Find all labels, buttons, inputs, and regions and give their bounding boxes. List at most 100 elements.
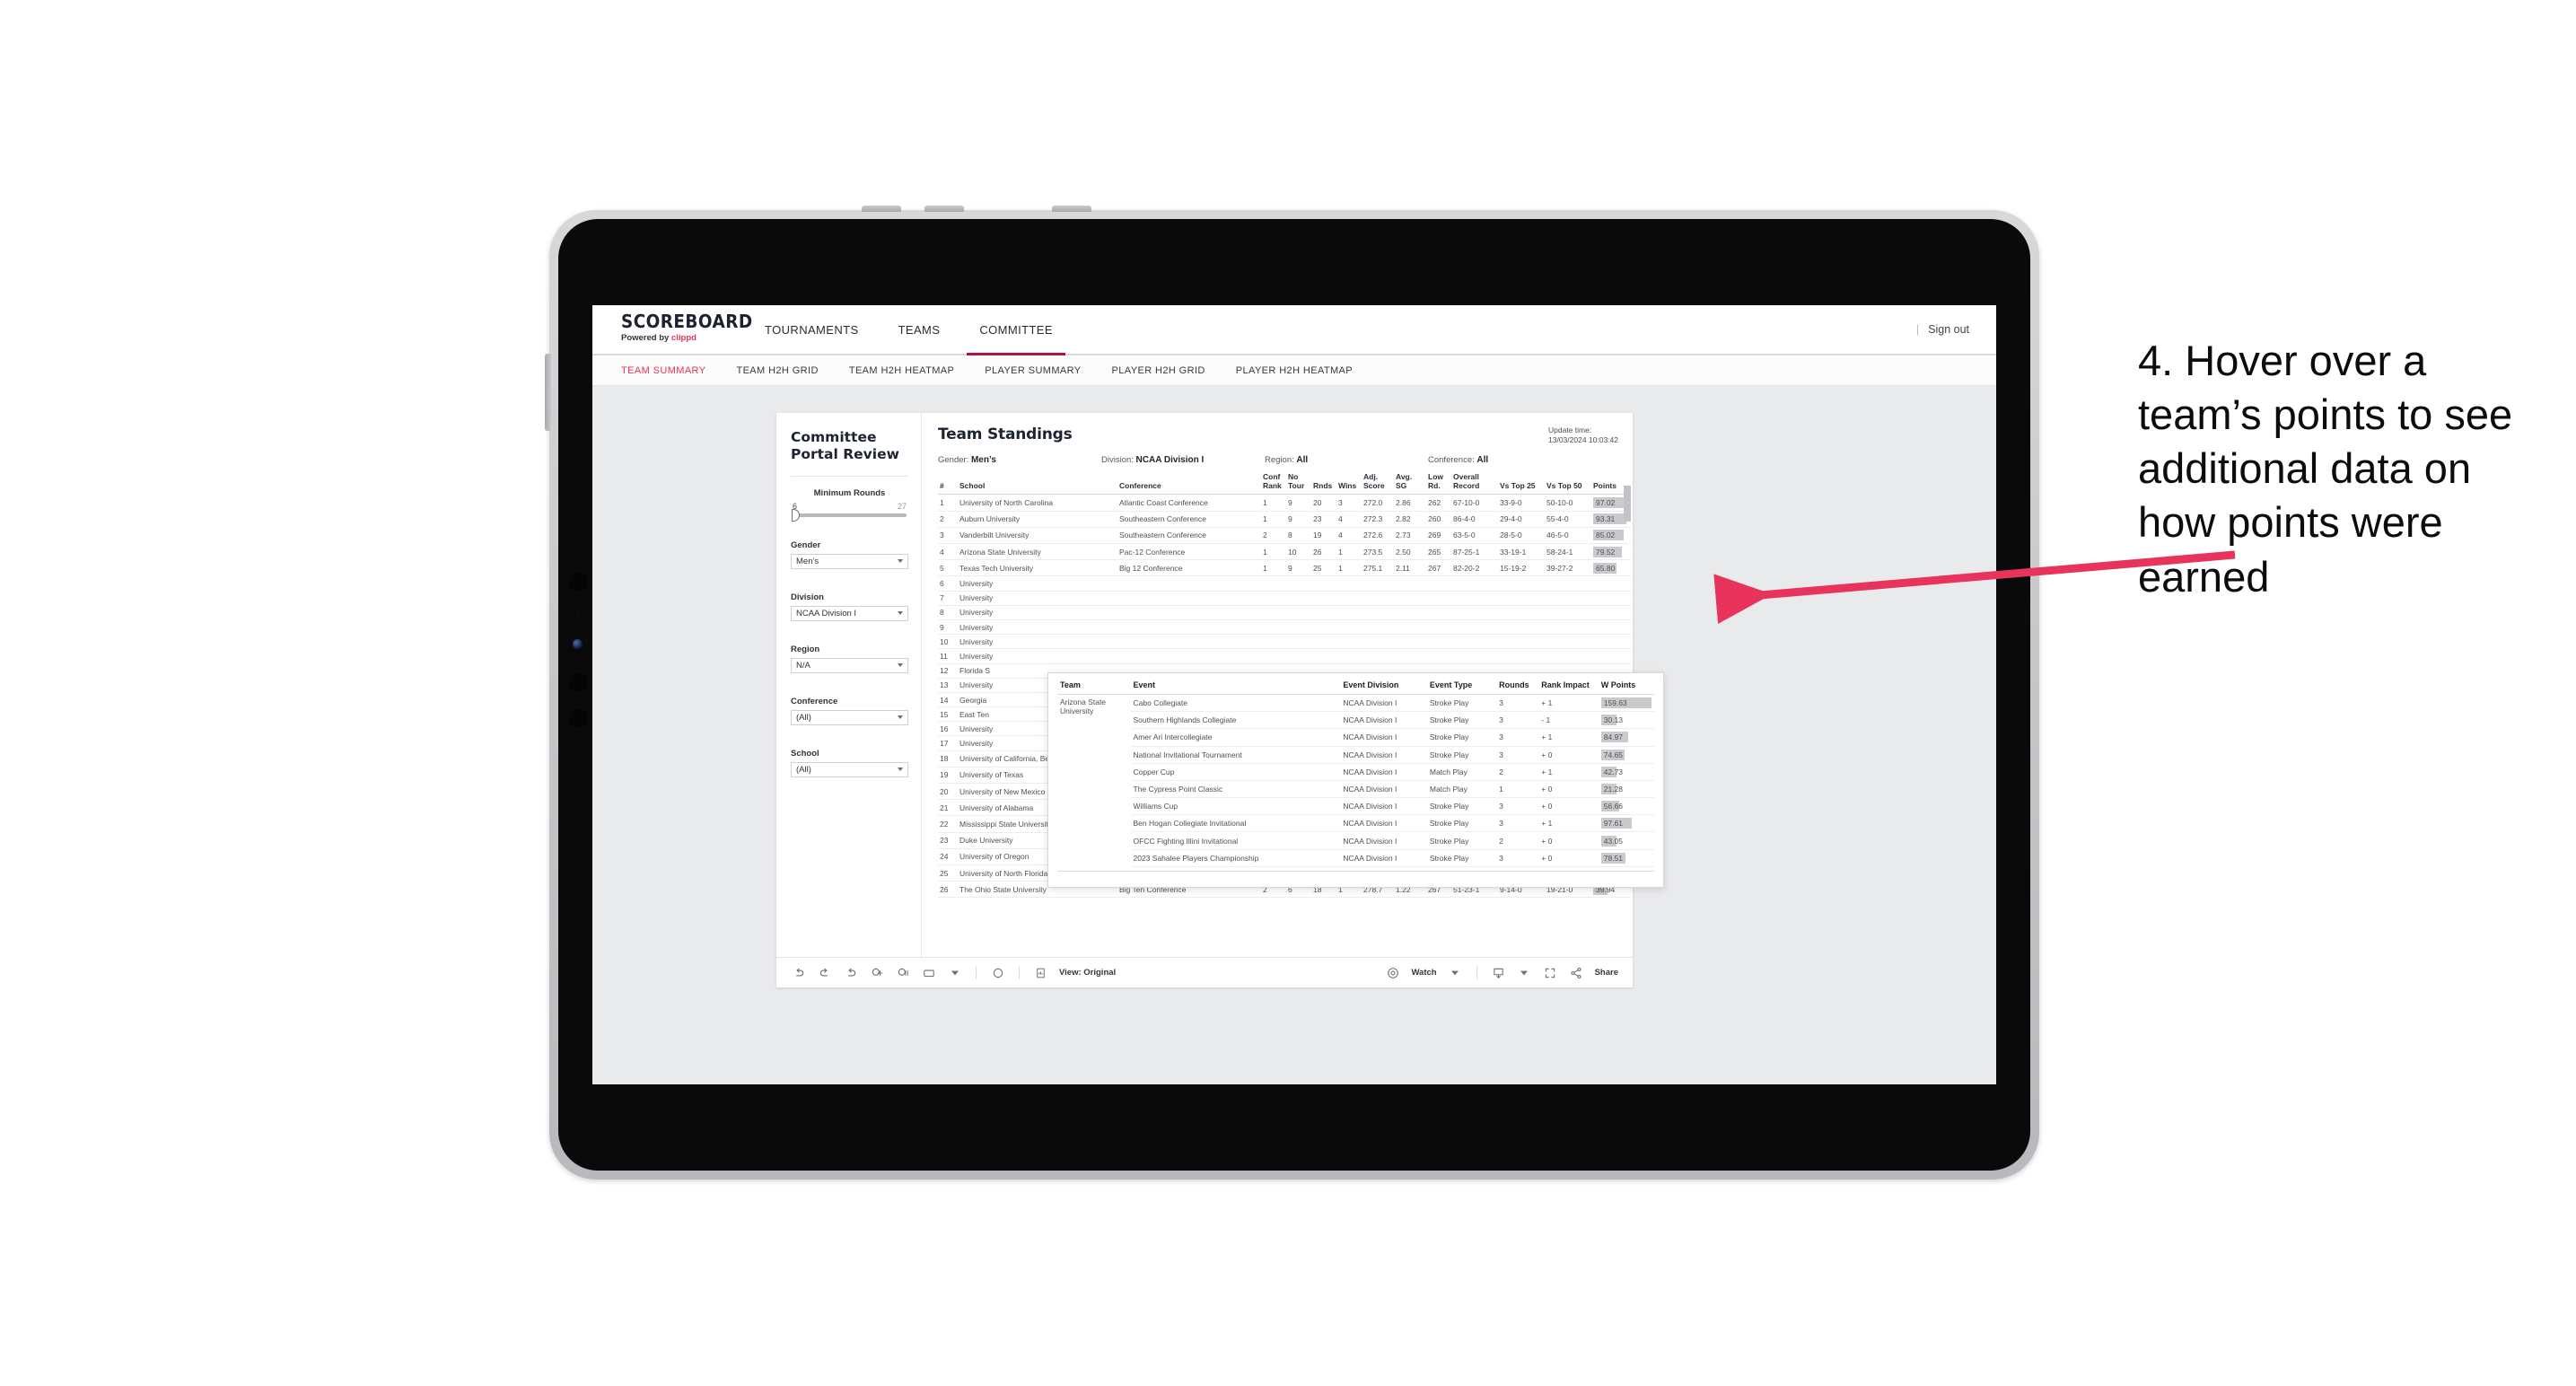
download-icon[interactable] [1491,965,1506,980]
table-row[interactable]: 3 Vanderbilt University Southeastern Confe… [938,527,1631,545]
watch-icon[interactable] [1385,965,1400,980]
tab-team-summary[interactable]: TEAM SUMMARY [621,365,705,376]
cell-vs-top-50 [1545,575,1591,592]
cell-low-rd: 265 [1426,543,1451,561]
gender-select[interactable]: Men’s [791,553,908,569]
cell-num: 1 [938,494,958,512]
table-row[interactable]: 10 University [938,634,1631,650]
undo-icon[interactable] [791,965,806,980]
cell-rnds: 26 [1311,543,1336,561]
col-adj-score[interactable]: Adj. Score [1362,472,1394,496]
col-avg-sg[interactable]: Avg. SG [1394,472,1426,496]
tab-team-h2h-heatmap[interactable]: TEAM H2H HEATMAP [849,365,954,376]
cell-wins: 3 [1336,494,1362,512]
cell-wins [1336,591,1362,606]
toolbar-right-group: Watch Share [1385,965,1618,980]
minimum-rounds-slider-thumb[interactable] [792,508,800,522]
cell-overall-record [1451,575,1498,592]
minimum-rounds-max: 27 [897,501,907,511]
filter-summary-conference: Conference: All [1428,455,1591,465]
col-wins[interactable]: Wins [1336,472,1362,496]
tab-team-h2h-grid[interactable]: TEAM H2H GRID [736,365,818,376]
power-button[interactable] [1052,206,1091,212]
table-row[interactable]: 11 University [938,648,1631,664]
col-no-tour[interactable]: No Tour [1286,472,1311,496]
nav-teams[interactable]: TEAMS [879,305,960,354]
cell-num: 3 [938,527,958,545]
table-row[interactable]: 9 University [938,619,1631,636]
col-conference[interactable]: Conference [1117,472,1261,496]
table-row[interactable]: 5 Texas Tech University Big 12 Conference 1… [938,559,1631,577]
cell-adj-score [1362,605,1394,620]
viz-toolbar: View: Original Watch Share [776,957,1633,987]
tab-player-summary[interactable]: PLAYER SUMMARY [985,365,1081,376]
cell-vs-top-25: 28-5-0 [1498,527,1545,545]
nav-committee[interactable]: COMMITTEE [959,305,1073,355]
division-select[interactable]: NCAA Division I [791,605,908,621]
viz-header: Team Standings Update time: 13/03/2024 1… [938,425,1633,446]
table-row[interactable]: 8 University [938,605,1631,620]
tooltip-cell-rank-impact: + 0 [1538,746,1599,764]
cell-num: 10 [938,634,958,650]
cell-conf-rank: 2 [1261,527,1286,545]
col-vs-top-50[interactable]: Vs Top 50 [1545,472,1591,496]
chevron-down-icon[interactable] [1448,965,1463,980]
col-low-rd[interactable]: Low Rd. [1426,472,1451,496]
tooltip-cell-rank-impact: + 1 [1538,728,1599,747]
redo-icon[interactable] [817,965,832,980]
cell-vs-top-25: 33-19-1 [1498,543,1545,561]
table-scrollbar-thumb[interactable] [1624,485,1631,522]
conference-label: Conference [791,696,838,706]
reset-icon[interactable] [990,965,1005,980]
minimum-rounds-slider[interactable] [792,508,907,522]
view-icon[interactable] [1033,965,1048,980]
cell-low-rd: 260 [1426,511,1451,528]
device-layout-icon[interactable] [921,965,936,980]
cell-num: 15 [938,706,958,723]
col-rnds[interactable]: Rnds [1311,472,1336,496]
pause-auto-updates-icon[interactable] [895,965,910,980]
conference-select[interactable]: (All) [791,709,908,725]
cell-rnds [1311,634,1336,650]
nav-tournaments[interactable]: TOURNAMENTS [745,305,879,354]
cell-no-tour: 10 [1286,543,1311,561]
table-row[interactable]: 7 University [938,591,1631,606]
chevron-down-icon [898,663,903,668]
chevron-down-icon[interactable] [1517,965,1532,980]
col-rank[interactable]: # [938,472,958,496]
sign-out-link[interactable]: Sign out [1928,323,1969,336]
fullscreen-icon[interactable] [1543,965,1558,980]
brand-logo[interactable]: SCOREBOARD Powered by clippd [592,305,752,354]
table-row[interactable]: 6 University [938,575,1631,592]
volume-button-up[interactable] [862,206,901,212]
region-select[interactable]: N/A [791,657,908,673]
share-label[interactable]: Share [1595,968,1618,978]
tab-player-h2h-heatmap[interactable]: PLAYER H2H HEATMAP [1236,365,1353,376]
revert-icon[interactable] [843,965,858,980]
tooltip-cell-event-type: Match Play [1426,763,1497,781]
view-original-label[interactable]: View: Original [1059,968,1116,978]
cell-wins [1336,619,1362,636]
table-row[interactable]: 2 Auburn University Southeastern Conferenc… [938,511,1631,528]
side-button[interactable] [545,354,551,431]
tab-player-h2h-grid[interactable]: PLAYER H2H GRID [1112,365,1205,376]
table-row[interactable]: 4 Arizona State University Pac-12 Conferen… [938,543,1631,561]
camera-lens-3-icon [569,709,588,728]
filter-division: Division NCAA Division I [791,592,908,621]
w-points-value: 21.28 [1603,784,1624,794]
tooltip-cell-rank-impact: + 0 [1538,831,1599,850]
col-school[interactable]: School [958,472,1117,496]
chevron-down-icon[interactable] [947,965,962,980]
volume-button-down[interactable] [924,206,964,212]
watch-label[interactable]: Watch [1411,968,1436,978]
table-row[interactable]: 1 University of North Carolina Atlantic Co… [938,494,1631,512]
refresh-data-icon[interactable] [869,965,884,980]
school-select[interactable]: (All) [791,761,908,777]
col-overall-record[interactable]: Overall Record [1451,472,1498,496]
cell-overall-record: 87-25-1 [1451,543,1498,561]
w-points-value: 30.13 [1603,715,1624,725]
col-conf-rank[interactable]: Conf Rank [1261,472,1286,496]
cell-avg-sg: 2.86 [1394,494,1426,512]
share-icon[interactable] [1569,965,1584,980]
col-vs-top-25[interactable]: Vs Top 25 [1498,472,1545,496]
